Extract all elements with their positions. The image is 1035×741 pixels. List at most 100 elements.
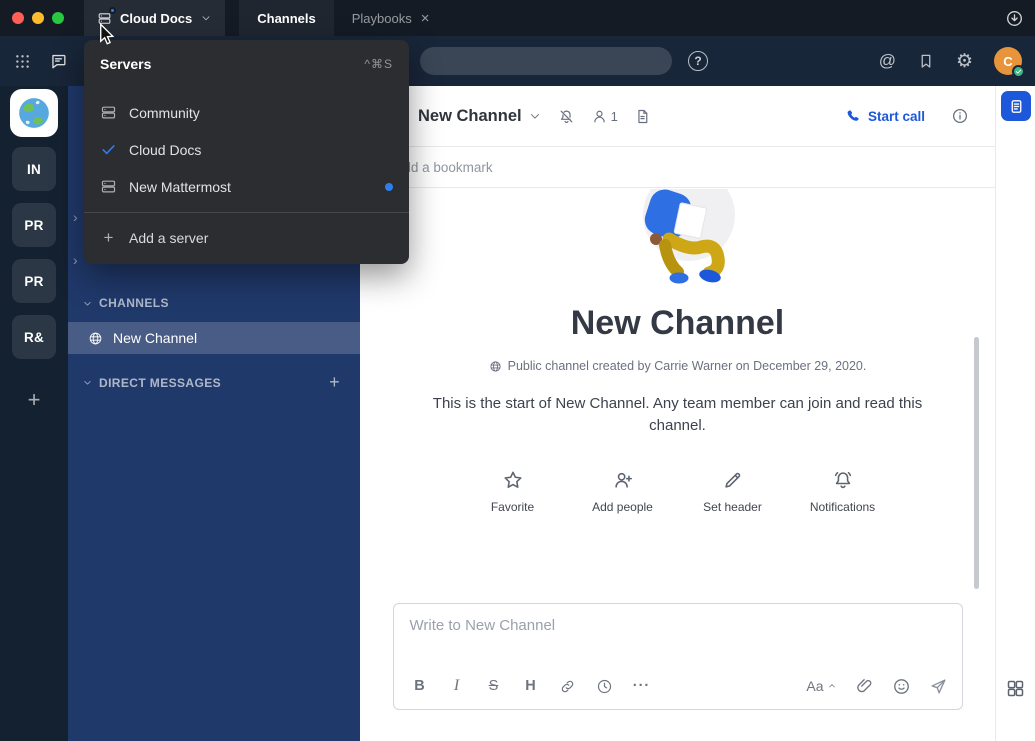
servers-menu-header: Servers ^⌘S [84,52,409,76]
scrollbar[interactable] [974,337,979,589]
italic-button[interactable]: I [442,672,472,700]
star-icon [502,469,524,491]
team-tile[interactable]: IN [12,147,56,191]
servers-menu-title: Servers [100,56,151,72]
menu-item-new-mattermost[interactable]: New Mattermost [84,168,409,205]
server-icon [97,11,112,26]
set-header-button[interactable]: Set header [686,469,780,514]
product-menu-grid-icon[interactable] [13,52,32,71]
servers-menu: Servers ^⌘S Community Cloud Docs New Mat… [84,40,409,264]
download-update-icon[interactable] [1005,9,1024,28]
tab-playbooks[interactable]: Playbooks × [334,0,448,36]
category-chevron-icon [82,377,93,388]
emoji-icon[interactable] [892,677,911,696]
playbooks-app-icon[interactable] [1001,91,1031,121]
right-app-bar [995,86,1035,741]
start-call-label: Start call [868,109,925,124]
pencil-icon [722,469,744,491]
link-icon[interactable] [553,672,583,700]
server-icon [100,178,117,195]
team-tile[interactable]: R& [12,315,56,359]
apps-grid-icon[interactable] [1005,678,1026,699]
zoom-window-button[interactable] [52,12,64,24]
notifications-button[interactable]: Notifications [796,469,890,514]
phone-icon [845,108,861,124]
close-window-button[interactable] [12,12,24,24]
member-count: 1 [611,109,618,124]
search-bar[interactable] [420,47,672,75]
more-formatting-icon[interactable]: ··· [627,672,657,700]
team-initials: PR [24,274,43,289]
menu-item-label: Community [129,105,200,121]
team-tile[interactable]: PR [12,259,56,303]
channel-info-icon[interactable] [951,107,969,125]
channel-intro-description: This is the start of New Channel. Any te… [408,393,948,437]
channel-title[interactable]: New Channel [418,107,522,126]
attach-file-icon[interactable] [855,677,874,696]
message-input[interactable] [394,604,962,669]
team-tile-active-globe[interactable] [12,91,56,135]
favorite-button[interactable]: Favorite [466,469,560,514]
globe-icon [489,360,502,373]
collapsed-row-chevron-icon[interactable]: › [73,253,78,267]
channel-muted-bell-icon[interactable] [558,108,575,125]
action-label: Set header [703,500,762,514]
settings-gear-icon[interactable]: ⚙ [956,52,973,71]
action-label: Notifications [810,500,875,514]
pinned-files-icon[interactable] [634,108,651,125]
menu-item-community[interactable]: Community [84,94,409,131]
message-composer: B I S H ··· Aa [393,603,963,710]
mentions-icon[interactable]: @ [879,51,896,71]
menu-item-label: New Mattermost [129,179,231,195]
menu-item-label: Cloud Docs [129,142,201,158]
sidebar-item-new-channel[interactable]: New Channel [68,322,360,354]
add-people-button[interactable]: Add people [576,469,670,514]
user-avatar[interactable]: C [994,47,1022,75]
channels-product-icon[interactable] [49,52,68,71]
plus-icon: + [100,229,117,246]
collapsed-row-chevron-icon[interactable]: › [73,210,78,224]
app-window: Cloud Docs Channels Playbooks × ? [0,0,1035,741]
servers-menu-shortcut: ^⌘S [364,57,393,71]
help-icon[interactable]: ? [688,51,708,71]
team-tile[interactable]: PR [12,203,56,247]
composer-right-actions: Aa [806,677,947,696]
category-channels[interactable]: CHANNELS [82,296,169,310]
start-call-button[interactable]: Start call [845,108,925,124]
aa-label: Aa [806,678,823,694]
category-direct-messages[interactable]: DIRECT MESSAGES + [82,372,360,393]
bookmarks-bar[interactable]: + Add a bookmark [360,147,995,188]
channel-intro-title: New Channel [571,304,784,343]
check-icon [100,141,117,158]
channel-members-button[interactable]: 1 [591,108,618,125]
heading-button[interactable]: H [516,672,546,700]
minimize-window-button[interactable] [32,12,44,24]
strikethrough-button[interactable]: S [479,672,509,700]
product-switcher-area [0,52,68,71]
clock-icon[interactable] [590,672,620,700]
action-label: Add people [592,500,653,514]
channel-menu-chevron-icon[interactable] [528,109,542,123]
close-tab-icon[interactable]: × [421,11,430,26]
send-message-icon[interactable] [929,677,948,696]
tab-channels[interactable]: Channels [239,0,334,36]
add-team-button[interactable]: + [28,389,41,411]
toggle-formatting-button[interactable]: Aa [806,678,836,694]
earth-avatar [12,91,56,135]
server-icon [100,104,117,121]
menu-item-cloud-docs[interactable]: Cloud Docs [84,131,409,168]
team-initials: R& [24,330,44,345]
add-server-label: Add a server [129,230,208,246]
saved-messages-icon[interactable] [917,52,935,70]
server-dropdown-button[interactable]: Cloud Docs [84,0,225,36]
bold-button[interactable]: B [405,672,435,700]
channel-intro-illustration [617,189,739,287]
server-unread-dot [109,7,116,14]
add-server-menu-item[interactable]: + Add a server [84,219,409,256]
chevron-up-icon [827,681,837,691]
action-label: Favorite [491,500,534,514]
titlebar: Cloud Docs Channels Playbooks × [0,0,1035,36]
add-direct-message-icon[interactable]: + [329,372,340,393]
tab-channels-label: Channels [257,11,316,26]
tab-playbooks-label: Playbooks [352,11,412,26]
